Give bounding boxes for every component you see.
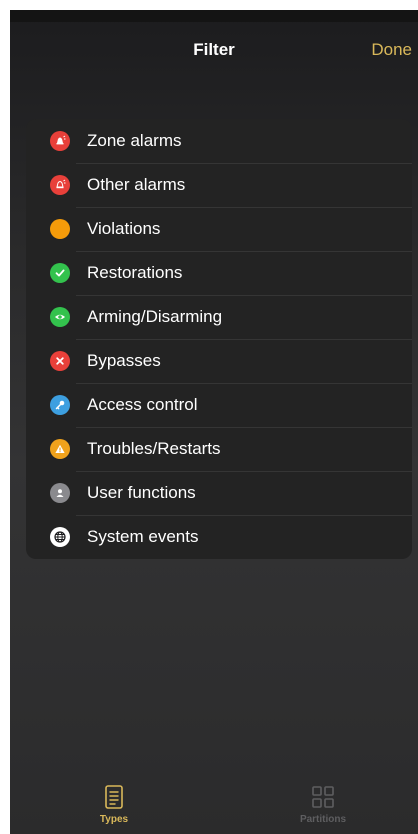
filter-label: Bypasses	[87, 351, 161, 370]
filter-label: Restorations	[87, 263, 183, 282]
filter-item-access-control[interactable]: Access control	[26, 383, 412, 427]
user-icon	[50, 483, 70, 503]
filter-item-user-functions[interactable]: User functions	[26, 471, 412, 515]
filter-item-violations[interactable]: Violations	[26, 207, 412, 251]
tab-partitions[interactable]: Partitions	[263, 784, 383, 825]
filter-item-other-alarms[interactable]: Other alarms	[26, 163, 412, 207]
key-icon	[50, 395, 70, 415]
filter-item-bypasses[interactable]: Bypasses	[26, 339, 412, 383]
filter-label: System events	[87, 527, 199, 546]
filter-label: User functions	[87, 483, 196, 502]
grid-squares-icon	[312, 786, 334, 808]
status-bar	[10, 10, 418, 22]
filter-item-zone-alarms[interactable]: Zone alarms	[26, 119, 412, 163]
filter-list: Zone alarms Other alarms Violations Rest…	[26, 119, 412, 559]
eye-icon	[50, 307, 70, 327]
document-list-icon	[105, 785, 123, 809]
tab-label: Partitions	[299, 814, 347, 825]
alarm-bell-icon	[50, 131, 70, 151]
orange-dot-icon	[50, 219, 70, 239]
filter-label: Arming/Disarming	[87, 307, 223, 326]
globe-icon	[50, 527, 70, 547]
filter-label: Access control	[87, 395, 198, 414]
filter-label: Zone alarms	[87, 131, 182, 150]
tab-label: Types	[99, 814, 129, 825]
tab-types[interactable]: Types	[54, 784, 174, 825]
filter-item-restorations[interactable]: Restorations	[26, 251, 412, 295]
filter-item-troubles-restarts[interactable]: Troubles/Restarts	[26, 427, 412, 471]
filter-label: Other alarms	[87, 175, 186, 194]
page-title: Filter	[193, 40, 235, 59]
warning-icon	[50, 439, 70, 459]
cross-icon	[50, 351, 70, 371]
filter-item-system-events[interactable]: System events	[26, 515, 412, 559]
checkmark-icon	[50, 263, 70, 283]
alarm-bell-outline-icon	[50, 175, 70, 195]
filter-label: Troubles/Restarts	[87, 439, 221, 458]
filter-label: Violations	[87, 219, 161, 238]
filter-screen: Filter Done Zone alarms Other alarms Vio…	[10, 10, 418, 834]
filter-item-arming-disarming[interactable]: Arming/Disarming	[26, 295, 412, 339]
navigation-bar: Filter Done	[10, 36, 418, 66]
tab-bar: Types Partitions	[10, 774, 418, 834]
done-button[interactable]: Done	[371, 40, 412, 60]
